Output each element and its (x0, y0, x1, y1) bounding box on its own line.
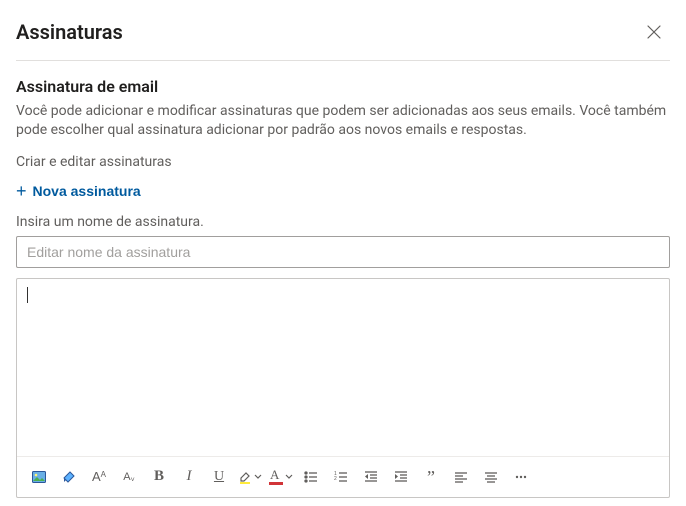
section-description: Você pode adicionar e modificar assinatu… (16, 102, 670, 140)
highlight-color-icon (237, 469, 253, 485)
font-color-icon: A (268, 469, 284, 485)
align-center-button[interactable] (477, 463, 505, 491)
text-cursor (27, 287, 28, 303)
insert-image-button[interactable] (25, 463, 53, 491)
more-button[interactable] (507, 463, 535, 491)
new-signature-label: Nova assinatura (33, 183, 141, 199)
chevron-down-icon (254, 473, 262, 481)
signature-editor: AA A˅ B I U A (16, 278, 670, 498)
svg-text:2: 2 (334, 476, 337, 482)
section-title: Assinatura de email (16, 77, 670, 96)
font-size-increase-icon: AA (92, 469, 106, 484)
format-painter-icon (61, 469, 77, 485)
numbered-list-button[interactable]: 12 (327, 463, 355, 491)
bold-icon: B (154, 468, 164, 485)
panel-title: Assinaturas (16, 20, 123, 44)
align-left-button[interactable] (447, 463, 475, 491)
increase-indent-button[interactable] (387, 463, 415, 491)
numbered-list-icon: 12 (333, 469, 349, 485)
format-painter-button[interactable] (55, 463, 83, 491)
align-center-icon (483, 469, 499, 485)
quote-icon: ” (427, 468, 435, 486)
close-icon (646, 24, 662, 40)
create-edit-label: Criar e editar assinaturas (16, 154, 670, 170)
bulleted-list-icon (303, 469, 319, 485)
insert-name-hint: Insira um nome de assinatura. (16, 214, 670, 230)
italic-icon: I (187, 468, 192, 485)
increase-indent-icon (393, 469, 409, 485)
italic-button[interactable]: I (175, 463, 203, 491)
more-icon (513, 469, 529, 485)
bold-button[interactable]: B (145, 463, 173, 491)
signature-name-input[interactable] (16, 236, 670, 268)
bulleted-list-button[interactable] (297, 463, 325, 491)
editor-toolbar: AA A˅ B I U A (17, 456, 669, 497)
decrease-indent-button[interactable] (357, 463, 385, 491)
quote-button[interactable]: ” (417, 463, 445, 491)
new-signature-button[interactable]: + Nova assinatura (16, 178, 141, 204)
underline-icon: U (214, 469, 224, 485)
font-size-decrease-icon: A˅ (123, 471, 134, 483)
underline-button[interactable]: U (205, 463, 233, 491)
signature-editor-body[interactable] (17, 279, 669, 456)
close-button[interactable] (638, 16, 670, 48)
plus-icon: + (16, 182, 27, 200)
decrease-indent-icon (363, 469, 379, 485)
align-left-icon (453, 469, 469, 485)
font-size-decrease-button[interactable]: A˅ (115, 463, 143, 491)
font-color-button[interactable]: A (266, 463, 295, 491)
chevron-down-icon (285, 473, 293, 481)
insert-image-icon (31, 469, 47, 485)
highlight-color-button[interactable] (235, 463, 264, 491)
font-size-increase-button[interactable]: AA (85, 463, 113, 491)
